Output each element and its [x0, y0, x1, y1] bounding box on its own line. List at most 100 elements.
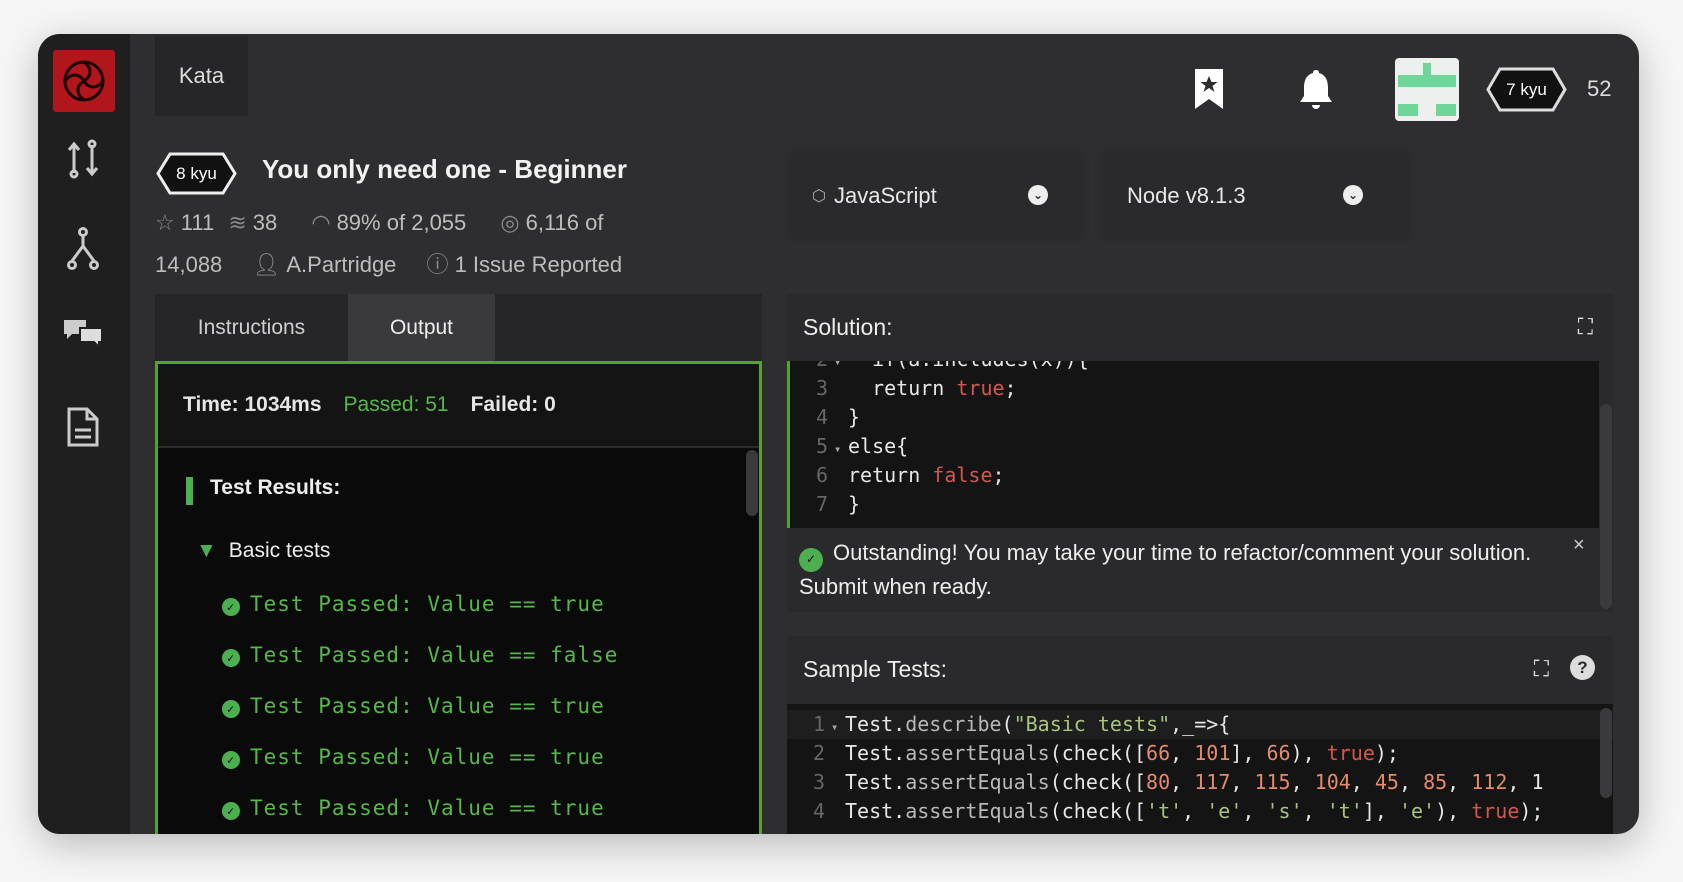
chevron-down-icon: ⌄ — [1028, 185, 1048, 205]
test-result-text: Test Passed: Value == true — [250, 745, 605, 769]
code-token: , — [1182, 799, 1207, 823]
line-number: 7 — [815, 492, 828, 516]
code-token: ( — [1001, 712, 1014, 736]
tests-scrollbar[interactable] — [1600, 708, 1612, 798]
code-token: Test. — [845, 770, 906, 794]
codewars-logo[interactable] — [53, 50, 115, 112]
code-token: assertEquals — [905, 770, 1050, 794]
fold-gutter — [831, 771, 845, 800]
code-token: ; — [1004, 376, 1017, 400]
line-number: 4 — [815, 405, 828, 429]
fullscreen-icon[interactable]: ⛶ — [1534, 656, 1549, 682]
failed-count: Failed: 0 — [470, 393, 556, 416]
fold-gutter — [834, 377, 848, 406]
tab-kata[interactable]: Kata — [155, 36, 248, 116]
bookmark-icon[interactable] — [1194, 68, 1224, 115]
code-token: , — [1447, 770, 1472, 794]
code-token: ,_=>{ — [1170, 712, 1231, 736]
line-number: 3 — [815, 376, 828, 400]
code-token: , — [1230, 770, 1255, 794]
code-line: 7 } — [790, 490, 1599, 519]
test-result-text: Test Passed: Value == false — [250, 643, 619, 667]
fold-arrow-icon: ▾ — [834, 442, 842, 456]
code-token: } — [848, 492, 861, 516]
language-select[interactable]: ⬡ JavaScript ⌄ — [790, 153, 1082, 238]
code-token: , — [1398, 770, 1424, 794]
test-result-text: Test Passed: Value == true — [250, 592, 605, 616]
close-notice-button[interactable]: × — [1573, 534, 1585, 557]
fold-gutter — [831, 742, 845, 771]
code-line: 4 Test.assertEquals(check(['t', 'e', 's'… — [787, 797, 1613, 826]
issues-link[interactable]: 1 Issue Reported — [455, 252, 623, 277]
version-select[interactable]: Node v8.1.3 ⌄ — [1103, 153, 1408, 238]
line-number: 5 — [815, 434, 828, 458]
test-group-basic[interactable]: ▼ Basic tests — [196, 539, 330, 563]
tab-output[interactable]: Output — [348, 294, 495, 361]
check-circle-icon: ✓ — [222, 802, 240, 820]
line-number: 2 — [790, 361, 828, 374]
code-token: 'e' — [1206, 799, 1243, 823]
check-circle-icon: ✓ — [222, 751, 240, 769]
output-panel: Time: 1034ms Passed: 51 Failed: 0 Test R… — [155, 361, 762, 834]
code-token: assertEquals — [905, 741, 1050, 765]
code-token: , — [1170, 741, 1195, 765]
code-token: true — [956, 376, 1005, 400]
results-marker — [186, 477, 193, 505]
solution-scrollbar[interactable] — [1600, 404, 1612, 609]
check-circle-icon: ✓ — [222, 598, 240, 616]
practice-icon[interactable] — [60, 136, 106, 182]
code-token: 'e' — [1398, 799, 1436, 823]
user-avatar[interactable] — [1395, 58, 1459, 121]
code-token: , — [1302, 799, 1327, 823]
kata-stats-line-1: ☆ 111 ≋ 38 ◠ 89% of 2,055 ◎ 6,116 of — [155, 210, 604, 235]
fold-gutter — [834, 406, 848, 435]
app-window: Kata 7 kyu 52 8 kyu You only need one - … — [38, 34, 1639, 834]
time-label: Time: 1034ms — [183, 393, 322, 416]
line-number: 6 — [815, 463, 828, 487]
code-token: 115 — [1254, 770, 1291, 794]
code-token: describe — [905, 712, 1002, 736]
code-token: 't' — [1326, 799, 1363, 823]
fullscreen-icon[interactable]: ⛶ — [1578, 314, 1593, 340]
javascript-icon: ⬡ — [812, 187, 826, 205]
code-token: ], — [1362, 799, 1399, 823]
output-scrollbar[interactable] — [746, 450, 758, 516]
code-token: (check([ — [1049, 741, 1147, 765]
code-token: Test. — [845, 712, 906, 736]
line-number: 3 — [812, 770, 825, 794]
code-line: 6 return false; — [790, 461, 1599, 490]
code-token: } — [848, 405, 861, 429]
results-title: Test Results: — [210, 476, 341, 499]
code-token: true — [1471, 799, 1520, 823]
code-token: 66 — [1266, 741, 1291, 765]
author-link[interactable]: A.Partridge — [286, 252, 396, 277]
code-line: 3 return true; — [790, 374, 1599, 403]
honor-score[interactable]: 52 — [1587, 76, 1611, 102]
tab-instructions[interactable]: Instructions — [155, 294, 348, 361]
output-summary: Time: 1034ms Passed: 51 Failed: 0 — [158, 364, 759, 448]
star-icon[interactable]: ☆ — [155, 210, 175, 235]
fold-arrow-icon: ▾ — [831, 720, 839, 734]
document-icon[interactable] — [60, 404, 106, 450]
test-result-text: Test Passed: Value == true — [250, 796, 605, 820]
test-result-item: ✓ Test Passed: Value == true — [222, 694, 605, 718]
left-tabs: Instructions Output — [155, 294, 762, 361]
user-rank-badge[interactable]: 7 kyu — [1486, 67, 1567, 112]
test-result-item: ✓ Test Passed: Value == false — [222, 643, 618, 667]
code-token: true — [1326, 741, 1375, 765]
code-token: , — [1290, 770, 1315, 794]
solution-editor[interactable]: 2▾ if(a.includes(x)){3 return true;4 }5▾… — [787, 361, 1599, 528]
notification-bell-icon[interactable] — [1298, 68, 1334, 117]
satisfaction-icon: ◠ — [311, 210, 331, 235]
fork-icon[interactable] — [60, 226, 106, 272]
help-icon[interactable]: ? — [1570, 655, 1595, 680]
code-line: 5 ▾ else{ — [790, 432, 1599, 461]
code-token: return — [848, 376, 957, 400]
code-token: ); — [1374, 741, 1399, 765]
discussion-icon[interactable] — [60, 310, 106, 356]
code-token: 80 — [1146, 770, 1171, 794]
sample-tests-editor[interactable]: 1 ▾ Test.describe("Basic tests",_=>{2 Test… — [787, 704, 1613, 834]
solution-title: Solution: — [803, 314, 893, 340]
code-token: (check([ — [1049, 799, 1147, 823]
code-token: 't' — [1146, 799, 1183, 823]
